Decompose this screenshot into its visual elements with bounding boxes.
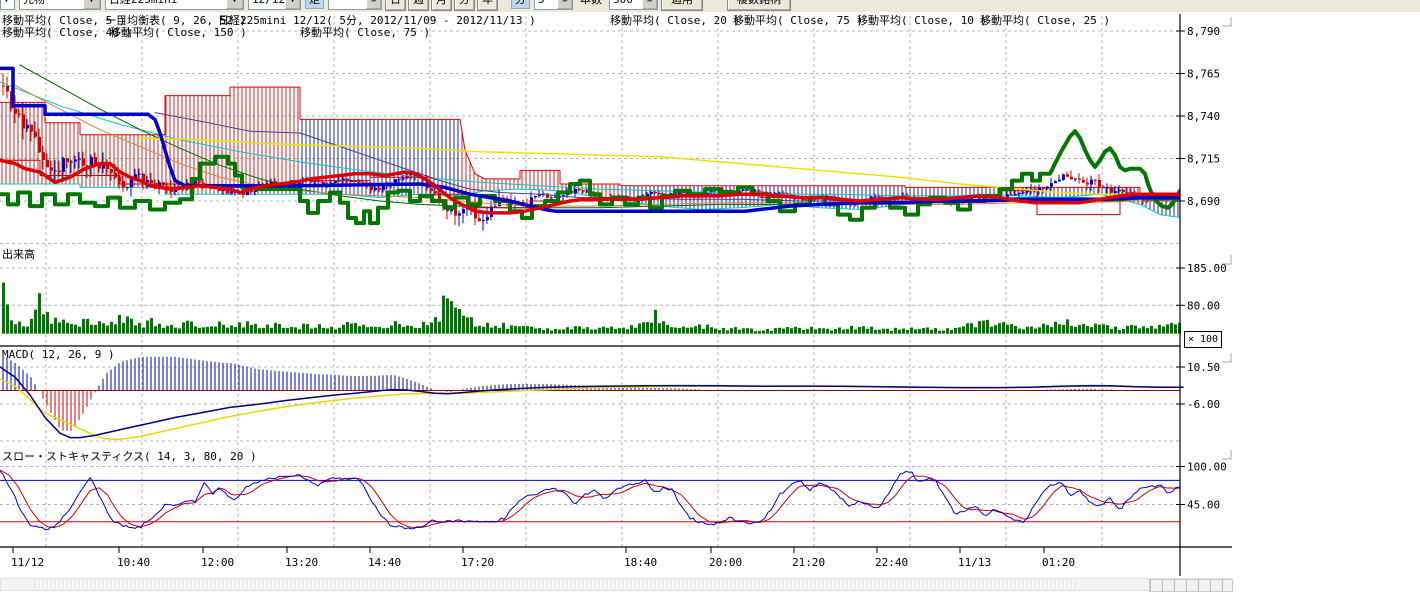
svg-text:20:00: 20:00	[709, 556, 742, 569]
legend-ma75: 移動平均( Close, 75 )	[733, 15, 863, 26]
svg-text:21:20: 21:20	[792, 556, 825, 569]
volume-panel-title: 出来高	[2, 246, 35, 262]
svg-text:10.50: 10.50	[1187, 361, 1220, 374]
stochastics-panel	[0, 470, 1180, 530]
chart-application-window: ▼ 先物 ▼ 日経225mini ▼ 12/12 ▼ 足 ◢ 日 週 月 分 年…	[0, 0, 1420, 602]
svg-text:8,690: 8,690	[1187, 195, 1220, 208]
legend-ma150: 移動平均( Close, 150 )	[110, 27, 247, 38]
scrollbar-thumb[interactable]	[34, 580, 1076, 589]
svg-text:01:20: 01:20	[1042, 556, 1075, 569]
stoch-panel-title: スロー・ストキャスティクス( 14, 3, 80, 20 )	[2, 448, 257, 464]
svg-text:-6.00: -6.00	[1187, 398, 1220, 411]
svg-text:8,765: 8,765	[1187, 68, 1220, 81]
svg-text:22:40: 22:40	[875, 556, 908, 569]
svg-text:11/12: 11/12	[11, 556, 44, 569]
svg-text:8,715: 8,715	[1187, 153, 1220, 166]
axes: 8,790 8,765 8,740 8,715 8,690 185.00 80.00 10.5…	[0, 14, 1232, 576]
legend-ma10: 移動平均( Close, 10 )	[857, 15, 987, 26]
legend-symbol: 日経225mini 12/12( 5分, 2012/11/09 - 2012/1…	[218, 15, 536, 26]
svg-text:10:40: 10:40	[117, 556, 150, 569]
macd-panel-title: MACD( 12, 26, 9 )	[2, 348, 115, 361]
svg-text:80.00: 80.00	[1187, 299, 1220, 312]
svg-text:18:40: 18:40	[624, 556, 657, 569]
legend-ma25: 移動平均( Close, 25 )	[980, 15, 1110, 26]
svg-text:8,790: 8,790	[1187, 25, 1220, 38]
svg-text:185.00: 185.00	[1187, 262, 1227, 275]
candlesticks	[2, 73, 1181, 230]
legend-ma20: 移動平均( Close, 20 )	[610, 15, 740, 26]
svg-text:14:40: 14:40	[368, 556, 401, 569]
svg-text:12:00: 12:00	[201, 556, 234, 569]
stoch-d-line	[0, 470, 1179, 528]
volume-panel	[2, 283, 1181, 334]
volume-multiplier-badge: × 100	[1184, 331, 1222, 348]
svg-text:17:20: 17:20	[461, 556, 494, 569]
scrollbar-page-region[interactable]	[1149, 579, 1233, 592]
svg-text:100.00: 100.00	[1187, 461, 1227, 474]
svg-text:13:20: 13:20	[285, 556, 318, 569]
svg-text:8,740: 8,740	[1187, 110, 1220, 123]
svg-text:45.00: 45.00	[1187, 499, 1220, 512]
horizontal-scrollbar[interactable]	[0, 578, 1232, 591]
svg-text:11/13: 11/13	[958, 556, 991, 569]
legend-ma75b: 移動平均( Close, 75 )	[300, 27, 430, 38]
chart-canvas[interactable]: 8,790 8,765 8,740 8,715 8,690 185.00 80.00 10.5…	[0, 0, 1260, 602]
